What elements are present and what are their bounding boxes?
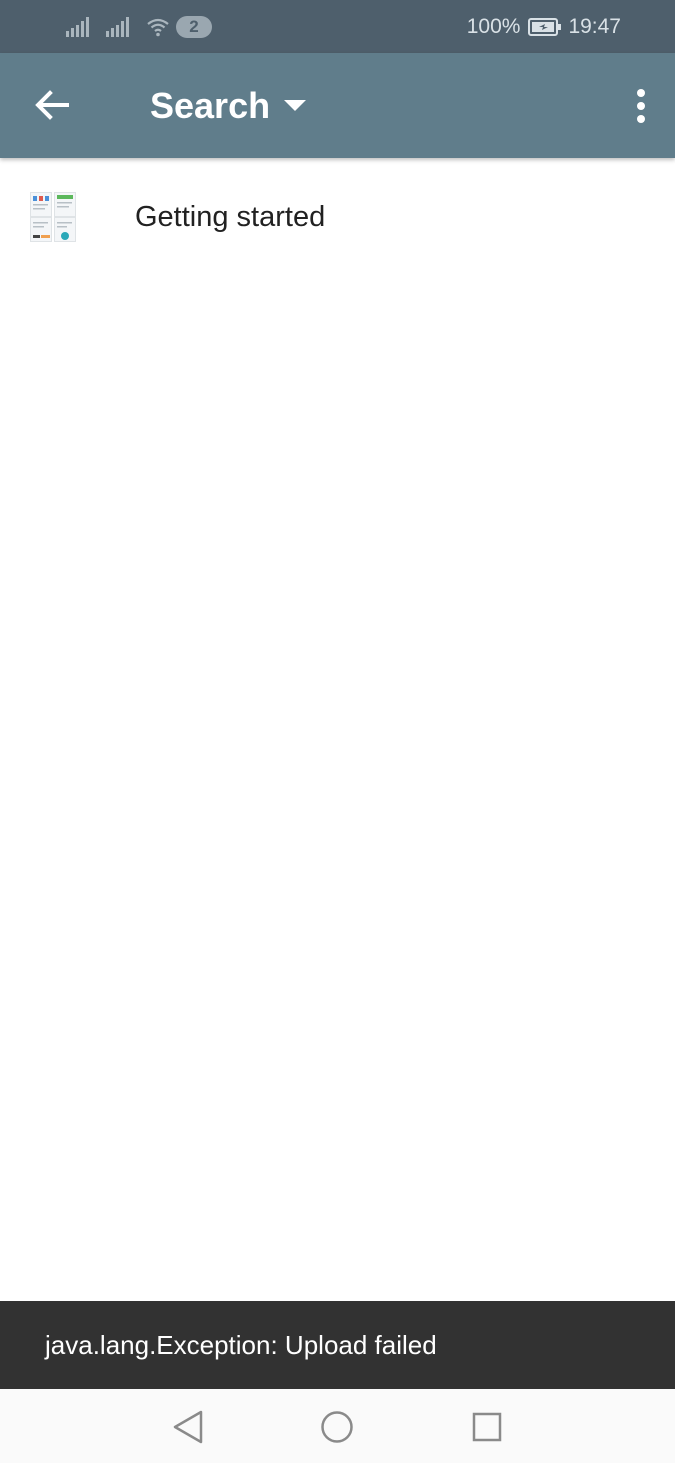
battery-percent: 100%	[466, 15, 521, 38]
list-item[interactable]: Getting started	[0, 158, 675, 280]
search-mode-dropdown[interactable]: Search	[150, 83, 307, 129]
snackbar-message: java.lang.Exception: Upload failed	[45, 1329, 437, 1360]
more-options-button[interactable]	[623, 78, 659, 134]
list-item-title: Getting started	[135, 201, 326, 233]
search-results-list: Getting started	[0, 158, 675, 1301]
status-right: 100% 19:47	[467, 12, 621, 42]
signal-icon	[66, 17, 89, 37]
screen: 2 100% 19:47 Search Getting started java…	[0, 0, 675, 1463]
document-thumbnail-icon	[30, 192, 76, 242]
toolbar-title: Search	[150, 85, 271, 126]
error-snackbar: java.lang.Exception: Upload failed	[0, 1301, 675, 1389]
nav-recents-button[interactable]	[465, 1405, 509, 1449]
dropdown-arrow-icon	[284, 100, 307, 111]
recents-square-icon	[472, 1412, 502, 1442]
battery-charging-icon	[528, 18, 562, 36]
status-bar: 2 100% 19:47	[0, 0, 675, 53]
wifi-icon	[147, 18, 169, 37]
notification-count-badge: 2	[176, 16, 212, 38]
clock: 19:47	[568, 15, 621, 38]
nav-home-button[interactable]	[315, 1405, 359, 1449]
system-navigation-bar	[0, 1389, 675, 1463]
more-vert-icon	[637, 89, 645, 123]
home-circle-icon	[321, 1411, 353, 1443]
signal-icon	[106, 17, 129, 37]
back-arrow-icon	[35, 90, 69, 120]
nav-back-button[interactable]	[166, 1405, 210, 1449]
app-toolbar: Search	[0, 53, 675, 158]
back-triangle-icon	[173, 1410, 203, 1444]
back-button[interactable]	[22, 75, 82, 135]
status-icons: 2	[66, 14, 212, 40]
